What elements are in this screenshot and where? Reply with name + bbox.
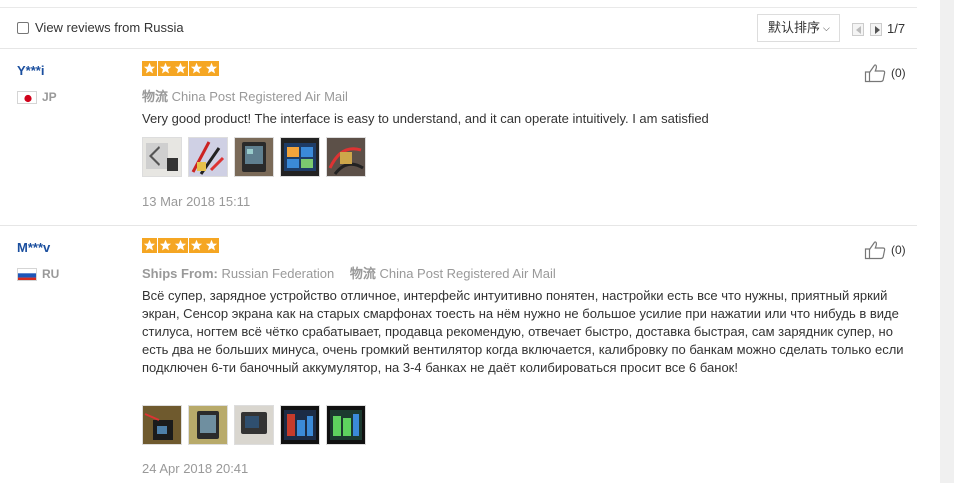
ships-from-value: Russian Federation (221, 266, 335, 281)
chevron-down-icon: ⌵ (823, 23, 830, 33)
page-scrollbar[interactable] (940, 0, 954, 483)
review-photo-thumbnail[interactable] (188, 405, 228, 445)
helpful-like-button[interactable] (864, 240, 888, 265)
shipping-method-label: 物流 (142, 89, 169, 104)
review-photo-thumbnail[interactable] (326, 137, 366, 177)
review-photos (142, 137, 372, 177)
caret-right-icon (875, 26, 880, 34)
review-item: M***v RU (0) Ships From: Russian Federat… (0, 226, 917, 483)
thumbs-up-icon (864, 64, 886, 83)
reviewer-name[interactable]: Y***i (17, 63, 44, 78)
review-text: Very good product! The interface is easy… (142, 111, 709, 126)
like-count: (0) (891, 243, 906, 257)
review-photo-thumbnail[interactable] (280, 405, 320, 445)
review-photo-thumbnail[interactable] (280, 137, 320, 177)
reviewer-country: JP (42, 90, 57, 104)
star-icon (157, 238, 173, 253)
sort-dropdown[interactable]: 默认排序 ⌵ (757, 14, 840, 42)
next-page-button[interactable] (870, 23, 882, 36)
thumbs-up-icon (864, 241, 886, 260)
review-date: 24 Apr 2018 20:41 (142, 461, 249, 476)
review-item: Y***i JP (0) 物流 China Post Registered Ai… (0, 49, 917, 226)
star-rating (142, 61, 220, 77)
star-icon (173, 238, 188, 253)
review-photo-thumbnail[interactable] (234, 137, 274, 177)
review-photo-thumbnail[interactable] (234, 405, 274, 445)
page-indicator: 1/7 (887, 21, 906, 36)
helpful-like-button[interactable] (864, 63, 888, 88)
star-rating (142, 238, 220, 254)
sort-dropdown-label: 默认排序 (768, 20, 821, 35)
review-photo-thumbnail[interactable] (188, 137, 228, 177)
japan-flag-icon (17, 91, 37, 104)
shipping-info: 物流 China Post Registered Air Mail (142, 86, 348, 105)
russia-flag-icon (17, 268, 37, 281)
caret-left-icon (856, 26, 861, 34)
like-count: (0) (891, 66, 906, 80)
reviewer-name[interactable]: M***v (17, 240, 50, 255)
review-photo-thumbnail[interactable] (326, 405, 366, 445)
russia-filter-label[interactable]: View reviews from Russia (35, 20, 184, 35)
ships-from-label: Ships From: (142, 266, 218, 281)
review-filter-bar: View reviews from Russia 默认排序 ⌵ 1/7 (0, 8, 917, 49)
star-icon (204, 61, 219, 76)
shipping-method-value: China Post Registered Air Mail (171, 89, 348, 104)
russia-filter-checkbox[interactable] (17, 22, 29, 34)
star-icon (142, 61, 157, 76)
shipping-info: Ships From: Russian Federation 物流 China … (142, 263, 556, 282)
shipping-method-label: 物流 (349, 266, 376, 281)
shipping-method-value: China Post Registered Air Mail (379, 266, 556, 281)
review-photo-thumbnail[interactable] (142, 137, 182, 177)
review-photos (142, 405, 372, 445)
review-text: Всё супер, зарядное устройство отличное,… (142, 288, 904, 375)
star-icon (142, 238, 157, 253)
star-icon (204, 238, 219, 253)
star-icon (157, 61, 173, 76)
reviewer-country: RU (42, 267, 60, 281)
review-photo-thumbnail[interactable] (142, 405, 182, 445)
star-icon (188, 61, 204, 76)
star-icon (188, 238, 204, 253)
review-date: 13 Mar 2018 15:11 (142, 194, 251, 209)
star-icon (173, 61, 188, 76)
prev-page-button[interactable] (852, 23, 864, 36)
